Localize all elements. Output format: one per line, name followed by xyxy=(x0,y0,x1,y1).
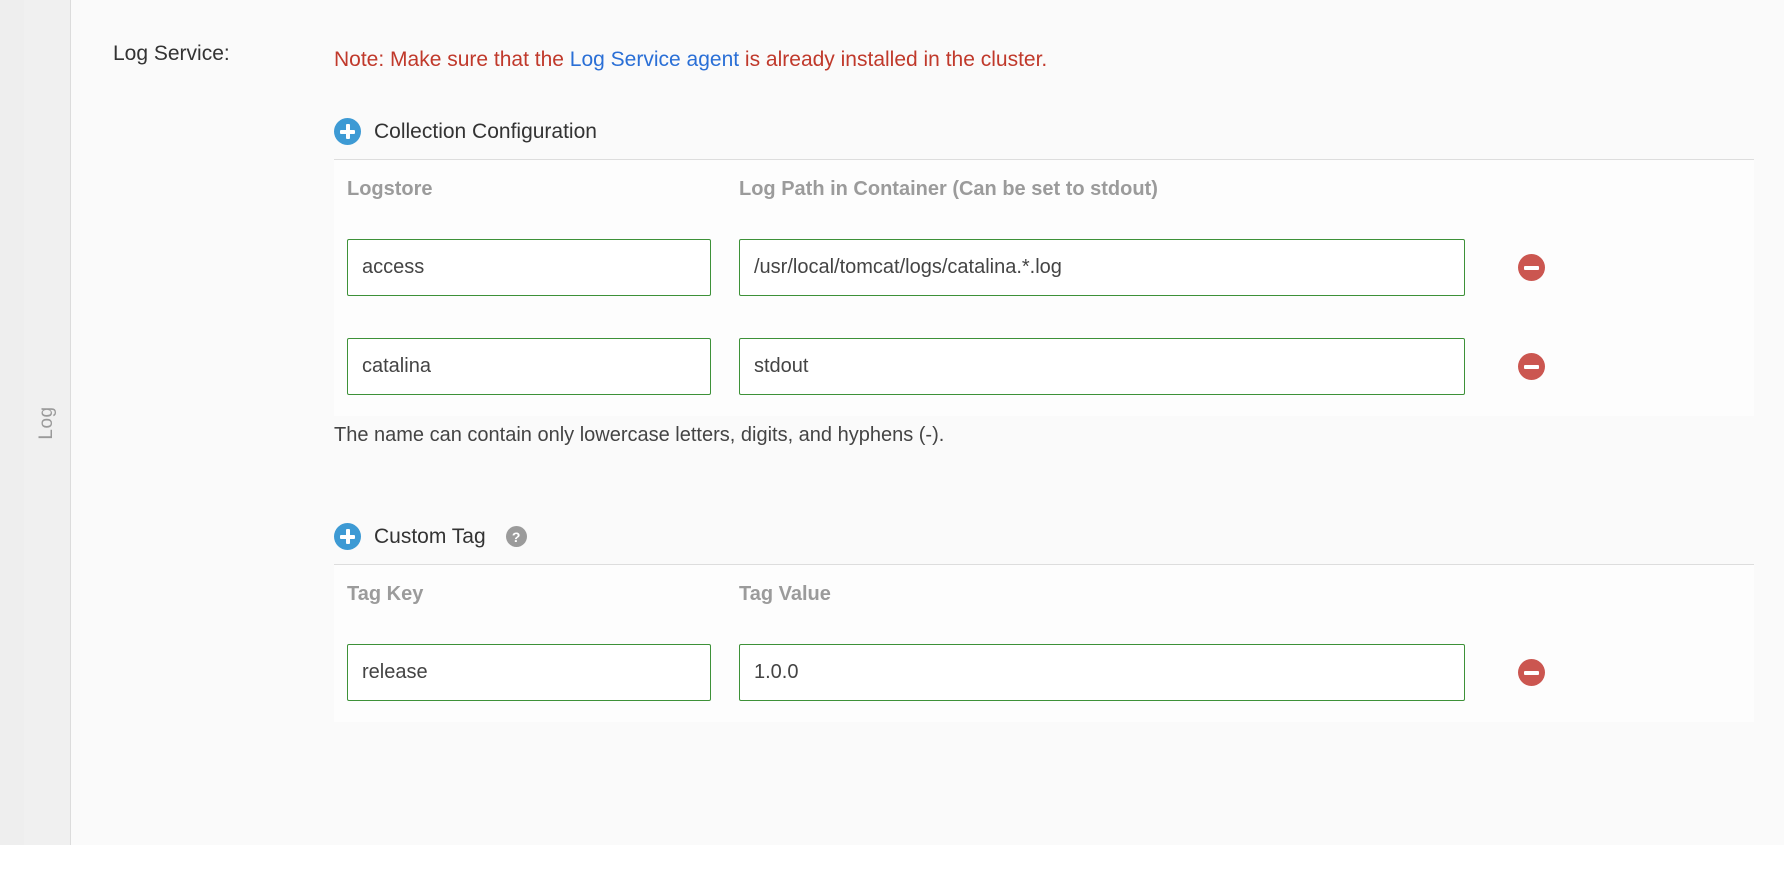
column-header-log-path: Log Path in Container (Can be set to std… xyxy=(739,177,1158,200)
custom-tag-table-header: Tag Key Tag Value xyxy=(334,565,1754,623)
section-label-log-service: Log Service: xyxy=(113,42,230,65)
log-path-input-0[interactable] xyxy=(739,239,1465,296)
log-service-note: Note: Make sure that the Log Service age… xyxy=(334,48,1047,72)
column-header-tag-value: Tag Value xyxy=(739,582,831,605)
log-path-input-1[interactable] xyxy=(739,338,1465,395)
remove-collection-row-icon-0[interactable] xyxy=(1518,254,1545,281)
question-mark-icon[interactable]: ? xyxy=(505,526,527,547)
tag-key-input-0[interactable] xyxy=(347,644,711,701)
custom-tag-heading: Custom Tag ? xyxy=(334,523,527,550)
collection-configuration-heading: Collection Configuration xyxy=(334,118,597,145)
add-custom-tag-row-icon[interactable] xyxy=(334,523,361,550)
logstore-cell xyxy=(347,239,739,296)
logstore-input-1[interactable] xyxy=(347,338,711,395)
vertical-tab-log[interactable]: Log xyxy=(36,406,58,439)
log-service-agent-link[interactable]: Log Service agent xyxy=(570,48,739,71)
row-actions xyxy=(1465,254,1754,281)
tag-key-cell xyxy=(347,644,739,701)
note-prefix: Note: Make sure that the xyxy=(334,48,570,71)
collection-configuration-title: Collection Configuration xyxy=(374,119,597,143)
table-row xyxy=(334,317,1754,416)
logstore-input-0[interactable] xyxy=(347,239,711,296)
column-header-logstore: Logstore xyxy=(347,177,433,200)
table-row xyxy=(334,623,1754,722)
log-path-cell xyxy=(739,338,1465,395)
table-row xyxy=(334,218,1754,317)
collection-table-header: Logstore Log Path in Container (Can be s… xyxy=(334,160,1754,218)
note-suffix: is already installed in the cluster. xyxy=(739,48,1048,71)
custom-tag-table: Tag Key Tag Value xyxy=(334,564,1754,722)
form-body: Log Service: Note: Make sure that the Lo… xyxy=(71,0,1784,845)
row-actions xyxy=(1465,353,1754,380)
vertical-tab-rail[interactable]: Log xyxy=(24,0,71,845)
row-actions xyxy=(1465,659,1754,686)
tag-value-input-0[interactable] xyxy=(739,644,1465,701)
bottom-strip xyxy=(0,845,1784,878)
remove-custom-tag-row-icon-0[interactable] xyxy=(1518,659,1545,686)
outer-rail xyxy=(0,0,24,878)
log-path-cell xyxy=(739,239,1465,296)
custom-tag-title: Custom Tag xyxy=(374,524,486,548)
remove-collection-row-icon-1[interactable] xyxy=(1518,353,1545,380)
log-service-config-page: Log Log Service: Note: Make sure that th… xyxy=(0,0,1784,878)
logstore-name-helper-text: The name can contain only lowercase lett… xyxy=(334,424,945,446)
column-header-tag-key: Tag Key xyxy=(347,582,424,605)
add-collection-row-icon[interactable] xyxy=(334,118,361,145)
logstore-cell xyxy=(347,338,739,395)
tag-value-cell xyxy=(739,644,1465,701)
collection-configuration-table: Logstore Log Path in Container (Can be s… xyxy=(334,159,1754,416)
